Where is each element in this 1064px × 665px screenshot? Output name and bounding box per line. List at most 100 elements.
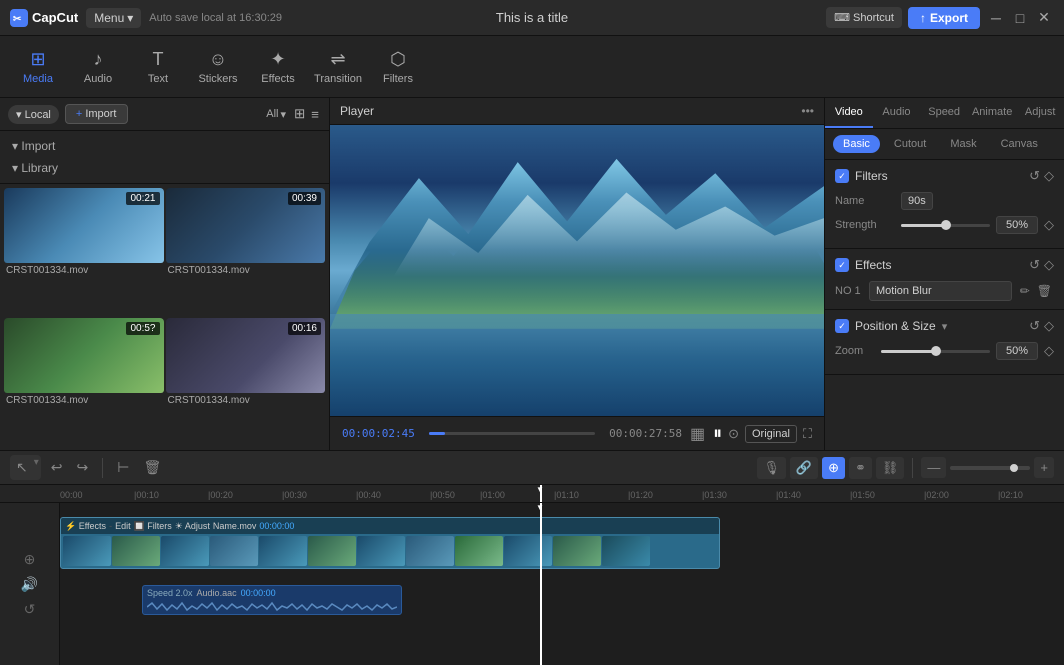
color-bar-button[interactable]: ▦ — [690, 424, 705, 444]
effects-header: ✓ Effects ↺ ◇ — [835, 257, 1054, 273]
keyboard-icon: ⌨ — [834, 11, 850, 24]
all-button[interactable]: All ▾ — [266, 108, 286, 121]
zoom-reset[interactable]: ◇ — [1044, 343, 1054, 359]
main-area: ▾ Local + Import All ▾ ⊞ ≡ ▾ Import ▾ Li… — [0, 98, 1064, 450]
tool-effects[interactable]: ✦ Effects — [250, 41, 306, 93]
sub-tab-canvas[interactable]: Canvas — [991, 135, 1048, 153]
sub-tab-mask[interactable]: Mask — [940, 135, 986, 153]
media-filename-1: CRST001334.mov — [4, 263, 164, 278]
media-filename-4: CRST001334.mov — [166, 393, 326, 408]
filters-header: ✓ Filters ↺ ◇ — [835, 168, 1054, 184]
tool-stickers-label: Stickers — [198, 73, 237, 85]
tool-text[interactable]: T Text — [130, 41, 186, 93]
minimize-button[interactable]: ─ — [986, 8, 1006, 28]
play-button[interactable]: ⏸ — [713, 423, 722, 444]
player-timeline[interactable] — [429, 432, 595, 435]
tab-video[interactable]: Video — [825, 98, 873, 128]
position-size-section: ✓ Position & Size ▾ ↺ ◇ Zoom 50% ◇ — [825, 310, 1064, 375]
position-size-expand[interactable]: ▾ — [942, 320, 948, 333]
media-item-4[interactable]: 00:16 CRST001334.mov — [166, 318, 326, 446]
player-canvas[interactable] — [330, 125, 824, 416]
grid-view-button[interactable]: ⊞ — [292, 104, 307, 124]
select-tool-button[interactable]: ↖ — [12, 457, 32, 478]
link-button[interactable]: ⚭ — [849, 457, 872, 479]
effect-delete-button[interactable]: 🗑 — [1035, 282, 1054, 300]
screenshot-button[interactable]: ⊙ — [728, 426, 739, 442]
export-button[interactable]: ↑ Export — [908, 7, 980, 29]
zoom-value: 50% — [996, 342, 1038, 360]
position-size-copy[interactable]: ◇ — [1044, 318, 1054, 334]
position-size-reset[interactable]: ↺ — [1029, 318, 1040, 334]
effect-item-1: NO 1 Motion Blur ✏ 🗑 — [835, 281, 1054, 301]
media-duration-4: 00:16 — [288, 322, 321, 335]
original-button[interactable]: Original — [745, 425, 797, 443]
zoom-out-button[interactable]: — — [921, 457, 946, 478]
playhead[interactable]: ▼ — [540, 503, 542, 665]
tab-animate[interactable]: Animate — [968, 98, 1016, 128]
filters-copy-button[interactable]: ◇ — [1044, 168, 1054, 184]
menu-button[interactable]: Menu ▾ — [86, 8, 141, 28]
tab-speed[interactable]: Speed — [920, 98, 968, 128]
tool-filters-label: Filters — [383, 73, 413, 85]
menu-label: Menu — [94, 11, 124, 25]
all-chevron: ▾ — [281, 108, 287, 121]
properties-panel: Video Audio Speed Animate Adjust Basic C… — [824, 98, 1064, 450]
media-item-3[interactable]: 00:5? CRST001334.mov — [4, 318, 164, 446]
shortcut-button[interactable]: ⌨ Shortcut — [826, 7, 902, 28]
zoom-slider[interactable] — [881, 350, 990, 353]
zoom-in-button[interactable]: + — [1034, 457, 1054, 478]
app-name: CapCut — [32, 10, 78, 25]
split-button[interactable]: ⊢ — [113, 457, 133, 478]
list-view-button[interactable]: ≡ — [309, 104, 321, 124]
chain-button[interactable]: ⛓ — [876, 457, 905, 479]
redo-button[interactable]: ↪ — [73, 457, 93, 478]
sidebar-item-library[interactable]: ▾ Library — [0, 157, 329, 179]
add-track-button[interactable]: ⊕ — [24, 551, 36, 568]
tab-adjust[interactable]: Adjust — [1016, 98, 1064, 128]
mic-button[interactable]: 🎙 — [757, 457, 786, 479]
filter-strength-slider[interactable] — [901, 224, 990, 227]
lock-button[interactable]: ↺ — [24, 601, 36, 618]
effects-copy-button[interactable]: ◇ — [1044, 257, 1054, 273]
tool-stickers[interactable]: ☺ Stickers — [190, 41, 246, 93]
svg-text:✂: ✂ — [13, 14, 22, 25]
effects-checkbox[interactable]: ✓ — [835, 258, 849, 272]
panel-top-bar: ▾ Local + Import All ▾ ⊞ ≡ — [0, 98, 329, 131]
undo-button[interactable]: ↩ — [47, 457, 67, 478]
filters-reset-button[interactable]: ↺ — [1029, 168, 1040, 184]
clip-time: 00:00:00 — [259, 521, 294, 531]
import-button[interactable]: + Import — [65, 104, 128, 124]
filters-checkbox[interactable]: ✓ — [835, 169, 849, 183]
tool-media[interactable]: ⊞ Media — [10, 41, 66, 93]
audio-clip[interactable]: Speed 2.0x Audio.aac 00:00:00 — [142, 585, 402, 615]
fullscreen-button[interactable]: ⛶ — [803, 426, 812, 442]
delete-button[interactable]: 🗑 — [139, 457, 165, 478]
zoom-slider-timeline[interactable] — [950, 466, 1030, 470]
media-item-2[interactable]: 00:39 CRST001334.mov — [166, 188, 326, 316]
player-right-controls: ⏸ ⊙ Original ⛶ — [713, 423, 812, 444]
tool-audio[interactable]: ♪ Audio — [70, 41, 126, 93]
video-clip[interactable]: ⚡ Effects - Edit 🔲 Filters ☀ Adjust Name… — [60, 517, 720, 569]
close-button[interactable]: ✕ — [1034, 8, 1054, 28]
sidebar-item-import[interactable]: ▾ Import — [0, 135, 329, 157]
audio-icon: ♪ — [94, 49, 103, 70]
audio-track-button[interactable]: 🔊 — [21, 576, 38, 593]
local-button[interactable]: ▾ Local — [8, 105, 59, 124]
maximize-button[interactable]: □ — [1010, 8, 1030, 28]
filter-strength-reset[interactable]: ◇ — [1044, 217, 1054, 233]
media-item-1[interactable]: 00:21 CRST001334.mov — [4, 188, 164, 316]
tool-transition[interactable]: ⇌ Transition — [310, 41, 366, 93]
sub-tab-cutout[interactable]: Cutout — [884, 135, 936, 153]
position-size-checkbox[interactable]: ✓ — [835, 319, 849, 333]
project-title[interactable]: This is a title — [496, 10, 568, 25]
sub-tab-basic[interactable]: Basic — [833, 135, 880, 153]
tool-filters[interactable]: ⬡ Filters — [370, 41, 426, 93]
link-audio-button[interactable]: 🔗 — [790, 457, 818, 479]
player-menu-button[interactable]: ••• — [801, 104, 814, 118]
filter-strength-value: 50% — [996, 216, 1038, 234]
effect-edit-button[interactable]: ✏ — [1018, 282, 1032, 300]
effects-reset-button[interactable]: ↺ — [1029, 257, 1040, 273]
tab-audio[interactable]: Audio — [873, 98, 921, 128]
magnet-button[interactable]: ⊕ — [822, 457, 845, 479]
media-grid: 00:21 CRST001334.mov 00:39 CRST001334.mo… — [0, 184, 329, 450]
